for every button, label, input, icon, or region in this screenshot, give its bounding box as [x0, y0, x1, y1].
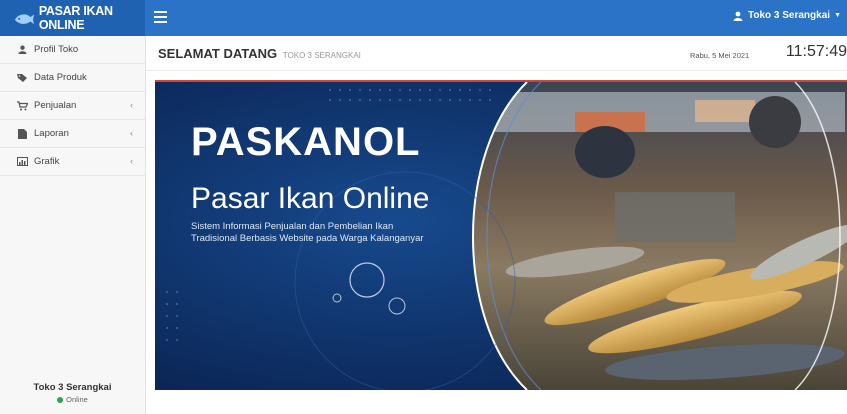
page-title-text: SELAMAT DATANG [158, 46, 278, 61]
sidebar-item-label: Data Produk [34, 72, 87, 83]
chart-icon [16, 157, 28, 167]
chevron-left-icon: ‹ [130, 156, 133, 166]
sidebar-item-data-produk[interactable]: Data Produk [0, 64, 145, 92]
online-status: Online [0, 395, 145, 404]
user-icon [733, 11, 743, 21]
online-dot-icon [57, 397, 64, 404]
sidebar-user-name: Toko 3 Serangkai [33, 382, 112, 393]
sidebar-item-grafik[interactable]: Grafik ‹ [0, 148, 145, 176]
hero-banner: PASKANOL Pasar Ikan Online Sistem Inform… [155, 80, 847, 390]
banner-description-line1: Sistem Informasi Penjualan dan Pembelian… [191, 221, 394, 232]
user-menu-label: Toko 3 Serangkai [747, 10, 831, 21]
online-status-label: Online [66, 395, 88, 404]
sidebar-item-label: Penjualan [34, 100, 77, 111]
sidebar: Profil Toko Data Produk Penjualan ‹ Lapo… [0, 36, 146, 414]
content-header: SELAMAT DATANG TOKO 3 SERANGKAI Rabu, 5 … [146, 36, 847, 71]
banner-description-line2: Tradisional Berbasis Website pada Warga … [191, 233, 424, 244]
tag-icon [16, 73, 28, 83]
current-date: Rabu, 5 Mei 2021 [690, 51, 750, 60]
brand-name: PASAR IKAN ONLINE [38, 4, 113, 32]
sidebar-item-label: Grafik [34, 156, 60, 167]
page-title: SELAMAT DATANG TOKO 3 SERANGKAI [158, 46, 361, 61]
top-navbar: PASAR IKAN ONLINE Toko 3 Serangkai ▼ [0, 0, 847, 36]
file-icon [16, 128, 28, 139]
cart-icon [16, 100, 28, 111]
page-subtitle: TOKO 3 SERANGKAI [282, 51, 361, 60]
chevron-left-icon: ‹ [130, 100, 133, 110]
sidebar-item-label: Laporan [34, 128, 69, 139]
user-icon [16, 45, 28, 55]
sidebar-item-penjualan[interactable]: Penjualan ‹ [0, 92, 145, 120]
menu-toggle-icon[interactable] [154, 11, 167, 24]
sidebar-item-laporan[interactable]: Laporan ‹ [0, 120, 145, 148]
chevron-left-icon: ‹ [130, 128, 133, 138]
banner-description: Sistem Informasi Penjualan dan Pembelian… [191, 221, 491, 245]
fish-logo-icon [14, 14, 34, 25]
brand-logo-link[interactable]: PASAR IKAN ONLINE [0, 0, 145, 36]
sidebar-user-panel: Toko 3 Serangkai Online [0, 382, 145, 404]
caret-down-icon: ▼ [834, 12, 841, 19]
current-time: 11:57:49 [785, 43, 847, 60]
banner-title: PASKANOL [191, 120, 421, 164]
banner-subtitle: Pasar Ikan Online [191, 182, 430, 215]
sidebar-item-label: Profil Toko [34, 44, 79, 55]
sidebar-item-profil-toko[interactable]: Profil Toko [0, 36, 145, 64]
user-menu-dropdown[interactable]: Toko 3 Serangkai ▼ [733, 10, 841, 21]
